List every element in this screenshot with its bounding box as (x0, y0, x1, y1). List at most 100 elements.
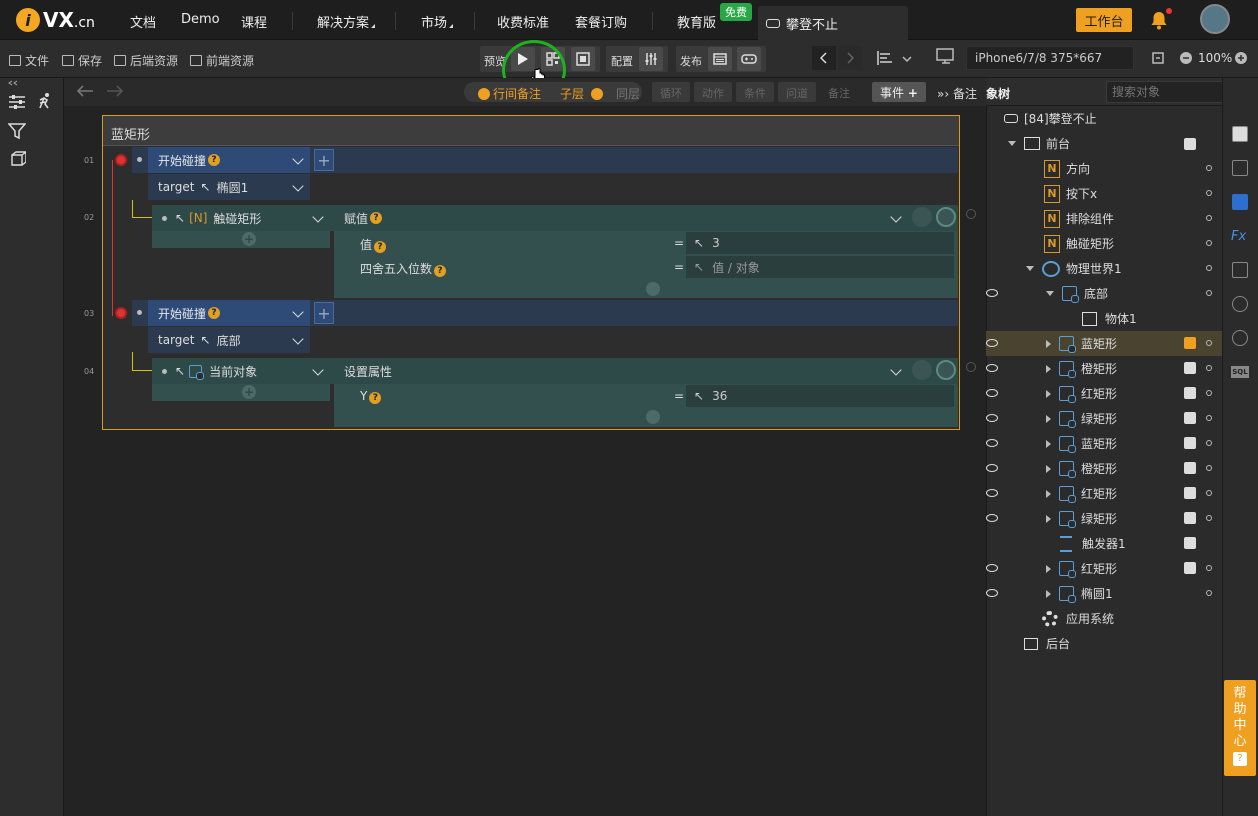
lock-icon[interactable] (1184, 437, 1196, 449)
tree-node[interactable]: 底部 (986, 281, 1222, 306)
tree-node[interactable]: N 触碰矩形 (986, 231, 1222, 256)
chevron-down-icon[interactable] (902, 54, 912, 64)
collapse-params-icon[interactable] (646, 282, 660, 296)
visibility-dot-icon[interactable] (1206, 240, 1212, 246)
drag-handle-icon[interactable] (137, 157, 142, 162)
tree-node[interactable]: 椭圆1 (986, 581, 1222, 606)
lock-icon[interactable] (1184, 138, 1196, 150)
eye-icon[interactable] (986, 389, 998, 397)
visibility-dot-icon[interactable] (1206, 365, 1212, 371)
tree-node[interactable]: N 排除组件 (986, 206, 1222, 231)
tree-node[interactable]: 绿矩形 (986, 406, 1222, 431)
function-icon[interactable]: Fx (1231, 229, 1246, 244)
event-trigger-select[interactable]: 开始碰撞? (148, 300, 310, 326)
backend-resources-button[interactable]: 后端资源 (114, 52, 178, 69)
lock-icon[interactable] (1184, 362, 1196, 374)
nav-pricing[interactable]: 收费标准 (497, 12, 549, 31)
device-select[interactable]: iPhone6/7/8 375*667 (966, 46, 1134, 70)
tree-node[interactable]: 橙矩形 (986, 356, 1222, 381)
visibility-dot-icon[interactable] (1206, 415, 1212, 421)
drag-handle-icon[interactable] (137, 310, 142, 315)
eye-icon[interactable] (986, 439, 998, 447)
comment-chip[interactable]: 备注 (820, 82, 858, 102)
child-layer-toggle[interactable]: 子层 (560, 85, 606, 102)
condition-chip[interactable]: 条件 (736, 82, 774, 102)
tree-node[interactable]: 触发器1 (986, 531, 1222, 556)
action-target-select[interactable]: ↖ [N] 触碰矩形 (152, 205, 330, 231)
file-menu[interactable]: 文件 (9, 52, 49, 69)
event-trigger-select[interactable]: 开始碰撞? (148, 147, 310, 173)
lock-icon[interactable] (1184, 487, 1196, 499)
zoom-in-icon[interactable] (1234, 51, 1248, 65)
config-button[interactable] (639, 47, 663, 71)
lock-icon[interactable] (1184, 512, 1196, 524)
nav-solutions[interactable]: 解决方案 (317, 12, 376, 31)
message-icon[interactable] (1232, 194, 1248, 210)
visibility-dot-icon[interactable] (1206, 290, 1212, 296)
publish-web-button[interactable] (708, 47, 732, 71)
loop-chip[interactable]: 循环 (652, 82, 690, 102)
param-value-input[interactable]: ↖ 36 (686, 385, 954, 407)
run-icon[interactable] (36, 92, 54, 110)
tree-foreground[interactable]: 前台 (986, 131, 1222, 156)
transfer-icon[interactable] (1232, 296, 1248, 312)
undo-arrow-icon[interactable] (76, 84, 94, 98)
align-icon[interactable] (876, 50, 894, 66)
action-target-select[interactable]: ↖ 当前对象 (152, 358, 330, 384)
action-type-select[interactable]: 赋值? (334, 205, 908, 231)
frontend-resources-button[interactable]: 前端资源 (190, 52, 254, 69)
info-icon[interactable] (1232, 126, 1248, 142)
visibility-dot-icon[interactable] (1206, 565, 1212, 571)
event-target-select[interactable]: target ↖ 底部 (148, 327, 310, 353)
visibility-dot-icon[interactable] (1206, 215, 1212, 221)
bell-icon[interactable] (1150, 10, 1168, 30)
row-comment-toggle[interactable]: 行间备注 (478, 85, 541, 102)
tree-node[interactable]: 红矩形 (986, 381, 1222, 406)
eye-icon[interactable] (986, 464, 998, 472)
redo-arrow-icon[interactable] (106, 84, 124, 98)
nav-subscribe[interactable]: 套餐订购 (575, 12, 627, 31)
action-status-icon[interactable] (936, 360, 956, 380)
screenshot-icon[interactable] (1151, 51, 1165, 65)
search-input[interactable] (1106, 81, 1232, 103)
copy-icon[interactable] (1232, 262, 1248, 278)
action-type-select[interactable]: 设置属性 (334, 358, 908, 384)
visibility-dot-icon[interactable] (1206, 515, 1212, 521)
cube-icon[interactable] (8, 150, 26, 168)
nav-demo[interactable]: Demo (181, 12, 220, 27)
tree-node[interactable]: 蓝矩形 (986, 331, 1222, 356)
sql-icon[interactable]: SQL (1231, 366, 1249, 378)
event-breakpoint[interactable] (115, 154, 127, 166)
eye-icon[interactable] (986, 514, 998, 522)
lock-icon[interactable] (1184, 412, 1196, 424)
param-value-input[interactable]: ↖ 值 / 对象 (686, 256, 954, 278)
eye-icon[interactable] (986, 589, 998, 597)
lock-icon[interactable] (1184, 537, 1196, 549)
eye-icon[interactable] (986, 364, 998, 372)
scan-preview-button[interactable] (571, 47, 595, 71)
action-chip[interactable]: 动作 (694, 82, 732, 102)
nav-back-button[interactable] (812, 46, 836, 70)
add-condition-button[interactable]: + (314, 149, 334, 171)
tree-node[interactable]: N 按下x (986, 181, 1222, 206)
same-layer-toggle[interactable]: 同层 (616, 85, 640, 102)
tab-project[interactable]: 攀登不止 (758, 6, 908, 40)
gear-icon[interactable] (1232, 160, 1248, 176)
lock-icon[interactable] (1184, 562, 1196, 574)
event-target-select[interactable]: target ↖ 椭圆1 (148, 174, 310, 200)
eye-icon[interactable] (986, 489, 998, 497)
nav-courses[interactable]: 课程 (241, 12, 267, 31)
zoom-out-icon[interactable] (1179, 51, 1193, 65)
add-condition-button[interactable]: + (314, 302, 334, 324)
eye-icon[interactable] (986, 564, 998, 572)
visibility-dot-icon[interactable] (1206, 390, 1212, 396)
tree-node[interactable]: 物体1 (986, 306, 1222, 331)
save-button[interactable]: 保存 (62, 52, 102, 69)
avatar[interactable] (1200, 4, 1230, 34)
eye-icon[interactable] (986, 289, 998, 297)
tree-node[interactable]: 物理世界1 (986, 256, 1222, 281)
tree-node[interactable]: 橙矩形 (986, 456, 1222, 481)
add-action-icon[interactable]: + (242, 232, 256, 246)
param-value-input[interactable]: ↖ 3 (686, 232, 954, 254)
query-chip[interactable]: 问道 (778, 82, 816, 102)
